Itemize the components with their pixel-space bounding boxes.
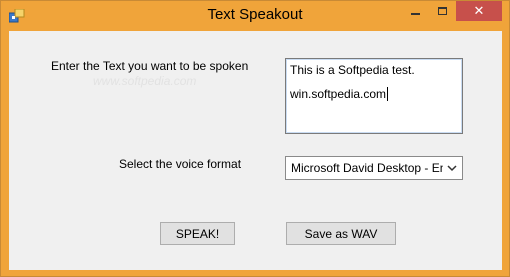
voice-format-label: Select the voice format xyxy=(119,157,242,171)
minimize-icon xyxy=(410,13,420,15)
maximize-button[interactable] xyxy=(429,1,455,21)
close-icon: ✕ xyxy=(473,3,485,19)
minimize-button[interactable] xyxy=(402,1,428,21)
save-as-wav-button[interactable]: Save as WAV xyxy=(286,222,396,245)
form-client-area: Enter the Text you want to be spoken www… xyxy=(9,31,502,270)
title-bar[interactable]: Text Speakout ✕ xyxy=(1,1,509,31)
text-input-label: Enter the Text you want to be spoken xyxy=(51,59,249,73)
text-line-2: win.softpedia.com xyxy=(290,87,389,101)
voice-format-select[interactable]: Microsoft David Desktop - English (Unite… xyxy=(285,156,463,180)
speak-button[interactable]: SPEAK! xyxy=(160,222,235,245)
close-button[interactable]: ✕ xyxy=(456,1,502,21)
maximize-icon xyxy=(437,7,447,15)
text-line-1: This is a Softpedia test. xyxy=(290,63,415,77)
speech-text-input[interactable]: This is a Softpedia test. win.softpedia.… xyxy=(285,58,463,134)
voice-selected-value: Microsoft David Desktop - English (Unite… xyxy=(291,161,443,175)
watermark: www.softpedia.com xyxy=(93,74,197,88)
chevron-down-icon[interactable] xyxy=(446,161,458,175)
text-caret xyxy=(387,87,389,101)
app-window: Text Speakout ✕ Enter the Text you want … xyxy=(0,0,510,277)
